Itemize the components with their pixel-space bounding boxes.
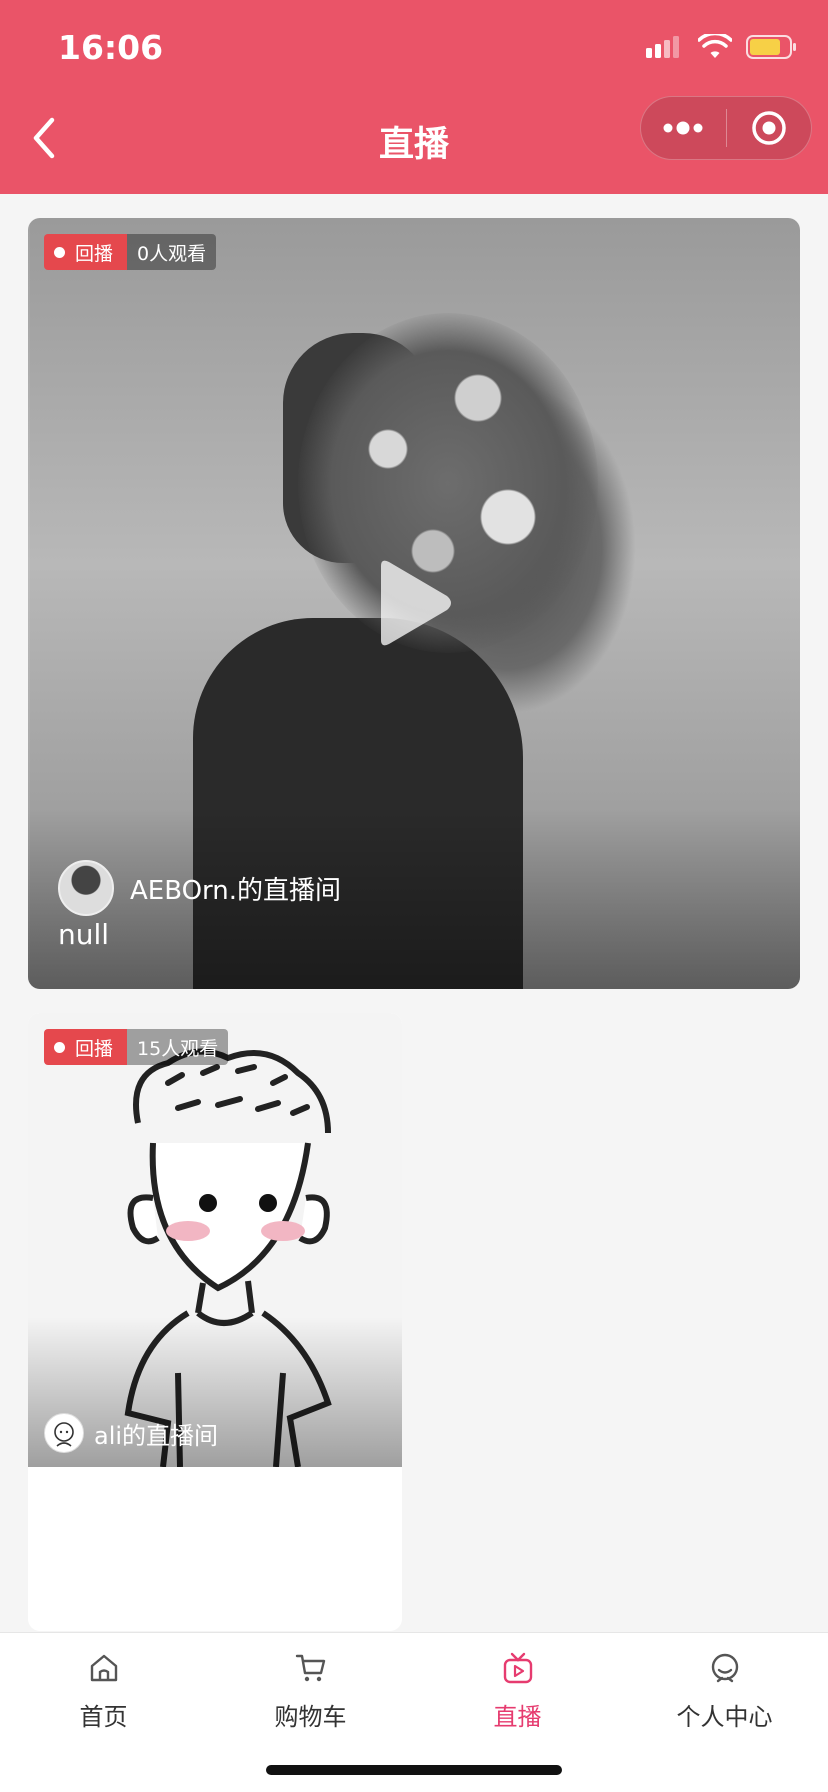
wifi-icon <box>698 34 732 58</box>
mini-program-capsule <box>640 96 812 160</box>
tab-live[interactable]: 直播 <box>414 1643 621 1743</box>
tab-label: 个人中心 <box>676 1703 773 1731</box>
replay-label: 回播 <box>75 242 114 265</box>
status-time: 16:06 <box>58 28 164 67</box>
battery-icon <box>746 35 796 59</box>
status-icons <box>646 34 798 60</box>
tab-profile[interactable]: 个人中心 <box>621 1643 828 1743</box>
tab-label: 购物车 <box>274 1703 347 1731</box>
anchor-info: ali的直播间 <box>44 1413 218 1453</box>
tab-cart[interactable]: 购物车 <box>207 1643 414 1743</box>
dot-icon <box>54 246 65 258</box>
viewer-count: 15人观看 <box>127 1029 229 1065</box>
avatar <box>58 860 114 916</box>
signal-icon <box>646 36 679 58</box>
anchor-info: AEBOrn.的直播间 <box>58 860 341 916</box>
tab-label: 直播 <box>493 1703 542 1731</box>
profile-icon <box>711 1653 738 1683</box>
replay-badge: 回播 <box>44 234 128 270</box>
anchor-name: AEBOrn.的直播间 <box>130 875 342 906</box>
cover-image <box>28 1013 402 1467</box>
play-icon[interactable] <box>373 558 453 648</box>
status-badge: 回播 15人观看 <box>44 1029 229 1065</box>
avatar-boy-icon <box>54 1422 74 1447</box>
home-icon <box>90 1654 117 1682</box>
replay-badge: 回播 <box>44 1029 128 1065</box>
dot-icon <box>54 1041 65 1053</box>
more-dots-icon <box>663 121 703 135</box>
tab-home[interactable]: 首页 <box>0 1643 207 1743</box>
tab-label: 首页 <box>79 1703 128 1731</box>
status-badge: 回播 0人观看 <box>44 234 217 270</box>
home-indicator <box>266 1765 562 1775</box>
replay-label: 回播 <box>75 1037 114 1060</box>
live-card[interactable]: 回播 0人观看 AEBOrn.的直播间 null <box>28 218 800 989</box>
close-button[interactable] <box>727 97 812 159</box>
viewer-count: 0人观看 <box>127 234 217 270</box>
cart-icon <box>295 1654 325 1682</box>
anchor-name: ali的直播间 <box>94 1421 219 1450</box>
target-circle-icon <box>752 111 786 145</box>
live-card[interactable]: 回播 15人观看 ali的直播间 <box>28 1013 402 1631</box>
more-button[interactable] <box>641 97 726 159</box>
stream-description: null <box>58 918 110 951</box>
header: 16:06 直播 <box>0 0 828 194</box>
avatar <box>44 1413 84 1453</box>
live-icon <box>503 1652 532 1684</box>
